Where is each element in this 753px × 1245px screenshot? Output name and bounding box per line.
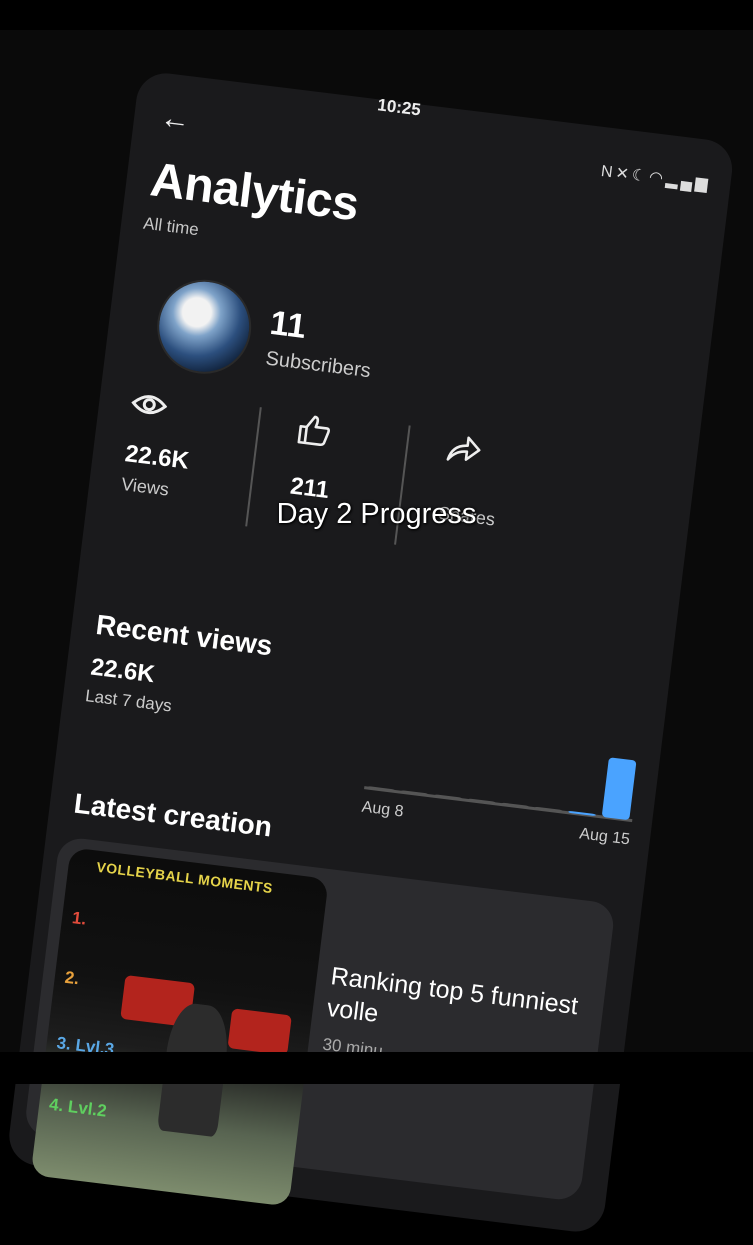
letterbox-bottom [0, 1052, 753, 1084]
chart-tick-label: Aug 15 [578, 825, 631, 848]
signal-icon: ▂▄▆ [664, 170, 712, 194]
channel-avatar[interactable] [151, 274, 257, 380]
shares-value [441, 491, 498, 498]
chart-baseline [364, 786, 633, 823]
chart-tick-label: Aug 8 [361, 799, 405, 821]
stat-likes[interactable]: 211 [288, 412, 338, 511]
thumbnail-car [227, 1008, 292, 1056]
thumbnail-rank: 4. Lvl.2 [48, 1094, 108, 1121]
status-icons: N✕☾◠▂▄▆ [600, 161, 712, 194]
recent-views-value: 22.6K [89, 653, 157, 689]
thumbs-up-icon [295, 412, 338, 455]
overlay-caption: Day 2 Progress [276, 498, 477, 530]
share-icon [444, 432, 505, 476]
subscriber-count: 11 [267, 303, 309, 346]
subscriber-label: Subscribers [264, 347, 372, 383]
eye-icon [129, 390, 197, 431]
page-subtitle: All time [142, 213, 200, 240]
letterbox-top [0, 0, 753, 30]
status-time: 10:25 [376, 95, 422, 120]
recent-views-chart[interactable]: Aug 8 Aug 15 [350, 712, 651, 857]
back-arrow-icon: ← [158, 100, 193, 138]
back-button[interactable]: ← [158, 101, 192, 138]
views-value: 22.6K [123, 440, 191, 475]
latest-creation-title: Latest creation [72, 787, 274, 843]
photo-background: 10:25 N✕☾◠▂▄▆ ← Analytics All time 11 Su… [0, 0, 753, 1235]
recent-views-period: Last 7 days [84, 686, 173, 716]
chart-bar [602, 757, 637, 820]
recent-views-title: Recent views [94, 608, 275, 662]
thumbnail-rank: 1. [71, 908, 88, 929]
video-thumbnail[interactable]: VOLLEYBALL MOMENTS 1. 2. 3. Lvl.3 4. Lvl… [30, 847, 329, 1207]
stat-views[interactable]: 22.6K Views [120, 390, 196, 503]
thumbnail-rank: 2. [63, 967, 81, 989]
